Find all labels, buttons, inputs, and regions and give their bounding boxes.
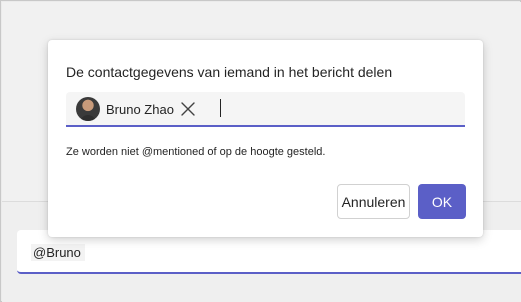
share-contact-dialog: De contactgegevens van iemand in het ber… <box>48 40 483 237</box>
people-picker-input[interactable]: Bruno Zhao <box>66 92 465 127</box>
compose-text: @Bruno <box>31 244 85 261</box>
person-avatar <box>76 97 100 121</box>
person-chip[interactable]: Bruno Zhao <box>71 96 196 122</box>
dialog-title: De contactgegevens van iemand in het ber… <box>66 64 393 80</box>
person-chip-name: Bruno Zhao <box>106 101 174 117</box>
app-window: @Bruno De contactgegevens van iemand in … <box>0 0 521 302</box>
text-caret <box>220 99 221 117</box>
cancel-button[interactable]: Annuleren <box>337 184 410 219</box>
dialog-hint: Ze worden niet @mentioned of op de hoogt… <box>66 146 326 158</box>
close-icon[interactable] <box>180 101 196 117</box>
ok-button[interactable]: OK <box>418 184 466 219</box>
